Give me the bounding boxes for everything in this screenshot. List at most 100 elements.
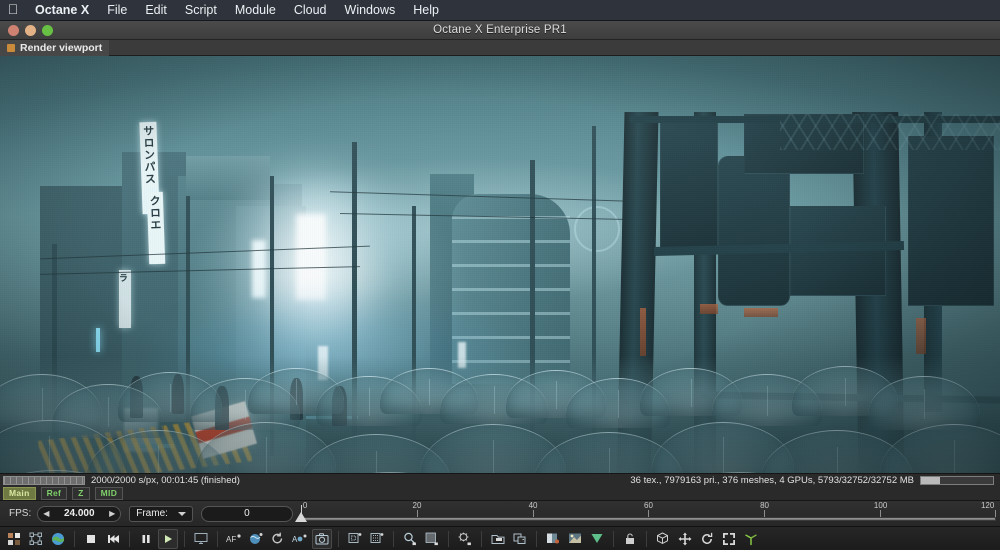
- menu-item-edit[interactable]: Edit: [136, 0, 176, 21]
- denoiser-icon[interactable]: [587, 529, 607, 549]
- copy-image-icon[interactable]: [510, 529, 530, 549]
- menu-item-help[interactable]: Help: [404, 0, 448, 21]
- toolbar-separator: [481, 530, 482, 547]
- timeline-tick-120: 120: [980, 500, 995, 510]
- rust-mark-2: [700, 304, 718, 314]
- frame-mode-dropdown[interactable]: Frame:: [129, 505, 193, 522]
- fps-value: 24.000: [63, 508, 95, 519]
- window-title-bar: Octane X Enterprise PR1: [0, 21, 1000, 40]
- roof-truss: [780, 114, 1000, 150]
- render-progress-bar: [3, 476, 85, 485]
- viewport-toolbar: AF A: [0, 526, 1000, 550]
- stop-button[interactable]: [81, 529, 101, 549]
- play-button[interactable]: [158, 528, 178, 549]
- toolbar-separator: [536, 530, 537, 547]
- fps-label: FPS:: [9, 508, 32, 519]
- rust-mark-4: [916, 318, 926, 354]
- adaptive-sampling-icon[interactable]: A: [290, 529, 310, 549]
- pass-button-z[interactable]: Z: [72, 487, 90, 500]
- mac-menu-bar:  Octane X File Edit Script Module Cloud…: [0, 0, 1000, 21]
- render-viewport[interactable]: サロンパス クロエ ラ: [0, 56, 1000, 473]
- rotate-tool-icon[interactable]: [697, 529, 717, 549]
- layer-compositing-icon[interactable]: [543, 529, 563, 549]
- tab-render-viewport[interactable]: Render viewport: [0, 39, 110, 56]
- region-render-icon[interactable]: [345, 529, 365, 549]
- move-tool-icon[interactable]: [675, 529, 695, 549]
- pause-button[interactable]: [136, 529, 156, 549]
- autofocus-icon[interactable]: AF: [224, 529, 244, 549]
- pick-material-icon[interactable]: [400, 529, 420, 549]
- menu-item-script[interactable]: Script: [176, 0, 226, 21]
- tower-logo-icon: [574, 206, 620, 252]
- viewport-tab-strip: Render viewport: [0, 39, 1000, 56]
- render-status-text: 2000/2000 s/px, 00:01:45 (finished): [91, 475, 240, 486]
- object-select-icon[interactable]: [653, 529, 673, 549]
- toolbar-separator: [74, 530, 75, 547]
- viewport-icon: [7, 43, 15, 52]
- toolbar-separator: [393, 530, 394, 547]
- axis-gizmo-icon[interactable]: [741, 529, 761, 549]
- tab-label: Render viewport: [20, 41, 103, 54]
- japanese-sign-3: ラ: [118, 270, 131, 328]
- render-window-icon[interactable]: [191, 529, 211, 549]
- menu-item-octane-x[interactable]: Octane X: [26, 0, 98, 21]
- timeline-tick-80: 80: [760, 500, 769, 510]
- rust-mark-1: [640, 308, 646, 356]
- render-status-bar: 2000/2000 s/px, 00:01:45 (finished) 36 t…: [0, 473, 1000, 487]
- toolbar-separator: [338, 530, 339, 547]
- overpass-panel-5: [908, 136, 994, 306]
- toolbar-separator: [613, 530, 614, 547]
- rust-mark-3: [744, 308, 778, 317]
- menu-item-file[interactable]: File: [98, 0, 136, 21]
- menu-item-module[interactable]: Module: [226, 0, 285, 21]
- toolbar-separator: [184, 530, 185, 547]
- timeline-tick-60: 60: [644, 500, 653, 510]
- focus-picker-icon[interactable]: [455, 529, 475, 549]
- toolbar-separator: [448, 530, 449, 547]
- apple-logo-icon[interactable]: : [0, 2, 26, 18]
- transport-bar: FPS: ◀ 24.000 ▶ Frame: 0 0 20 40 60 80 1…: [0, 500, 1000, 526]
- pass-button-main[interactable]: Main: [3, 487, 36, 500]
- triangle-left-icon[interactable]: ◀: [43, 509, 49, 518]
- scene-stats-text: 36 tex., 7979163 pri., 376 meshes, 4 GPU…: [630, 475, 914, 486]
- imager-sphere-icon[interactable]: [246, 529, 266, 549]
- scale-tool-icon[interactable]: [719, 529, 739, 549]
- pick-texture-icon[interactable]: [422, 529, 442, 549]
- timeline-tick-20: 20: [412, 500, 422, 510]
- menu-item-windows[interactable]: Windows: [336, 0, 405, 21]
- rewind-to-start-button[interactable]: [103, 529, 123, 549]
- save-image-icon[interactable]: [488, 529, 508, 549]
- camera-icon[interactable]: [312, 528, 332, 549]
- frame-number-input[interactable]: 0: [200, 505, 293, 522]
- render-pass-bar: Main Ref Z MID: [0, 487, 1000, 500]
- overpass-panel-2: [718, 156, 790, 306]
- timeline-track[interactable]: [300, 516, 996, 521]
- timeline-tick-100: 100: [873, 500, 888, 510]
- window-title: Octane X Enterprise PR1: [433, 24, 567, 36]
- toolbar-separator: [646, 530, 647, 547]
- chevron-down-icon: [177, 511, 186, 516]
- menu-item-cloud[interactable]: Cloud: [285, 0, 336, 21]
- timeline-playhead[interactable]: [294, 511, 307, 522]
- toolbar-separator: [129, 530, 130, 547]
- node-graph-icon[interactable]: [26, 529, 46, 549]
- reload-scene-icon[interactable]: [268, 529, 288, 549]
- film-region-icon[interactable]: [367, 529, 387, 549]
- frame-label: Frame:: [136, 508, 168, 519]
- pass-button-ref[interactable]: Ref: [40, 487, 68, 500]
- overpass-panel-1: [660, 118, 718, 248]
- pass-button-mid[interactable]: MID: [94, 487, 124, 500]
- svg-text:A: A: [292, 535, 298, 544]
- timeline-tick-0: 0: [302, 500, 308, 510]
- lock-resolution-icon[interactable]: [620, 529, 640, 549]
- octane-x-window:  Octane X File Edit Script Module Cloud…: [0, 0, 1000, 550]
- render-target-icon[interactable]: [4, 529, 24, 549]
- fps-stepper[interactable]: ◀ 24.000 ▶: [37, 505, 122, 522]
- triangle-right-icon[interactable]: ▶: [109, 509, 115, 518]
- environment-sphere-icon[interactable]: [48, 529, 68, 549]
- rendered-scene: サロンパス クロエ ラ: [0, 56, 1000, 473]
- render-passes-icon[interactable]: [565, 529, 585, 549]
- timeline-ruler[interactable]: 0 20 40 60 80 100 120: [294, 500, 996, 527]
- timeline-tick-40: 40: [528, 500, 538, 510]
- svg-text:AF: AF: [226, 535, 236, 544]
